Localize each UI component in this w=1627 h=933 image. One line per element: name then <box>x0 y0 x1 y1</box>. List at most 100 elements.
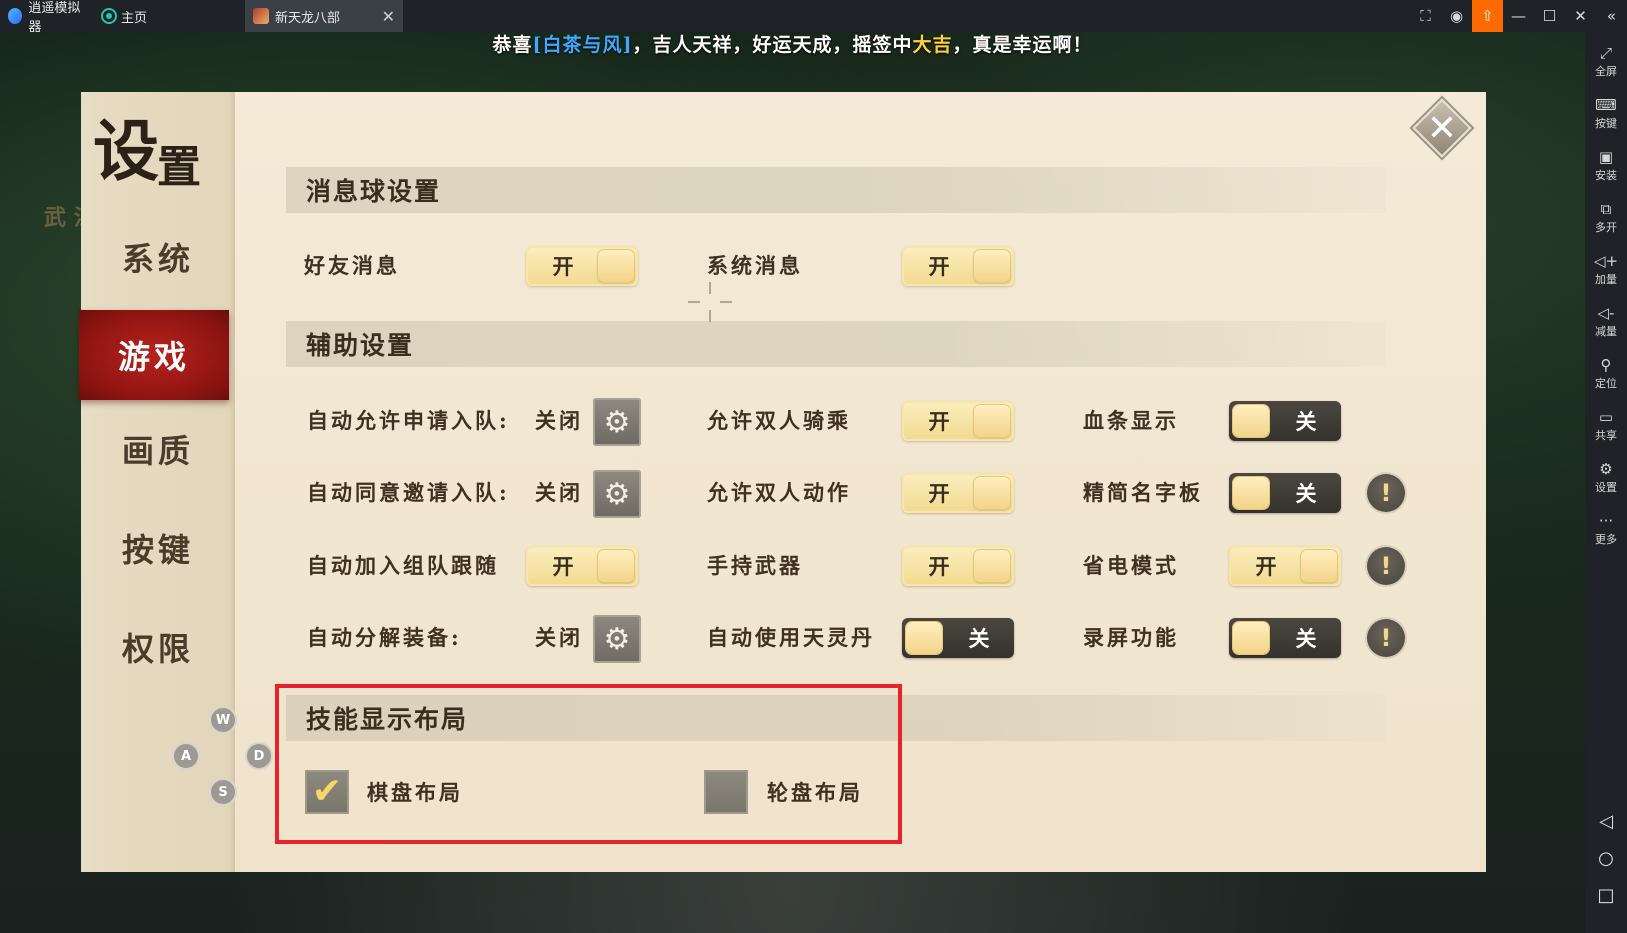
toggle-state: 开 <box>928 409 950 434</box>
toggle-knob <box>974 405 1010 437</box>
wheel-layout-checkbox[interactable] <box>704 770 748 814</box>
multi-instance-button[interactable]: ⧉ 多开 <box>1585 192 1627 242</box>
toggle-state: 开 <box>552 554 574 579</box>
toggle-knob <box>1233 405 1269 437</box>
sidebar-label: 加量 <box>1595 272 1617 286</box>
home-tab[interactable]: 主页 <box>95 0 245 32</box>
power-save-info-icon[interactable]: ! <box>1367 547 1405 585</box>
panel-title-sub: 置 <box>157 142 201 193</box>
toggle-state: 关 <box>1295 481 1317 506</box>
more-button[interactable]: ··· 更多 <box>1585 504 1627 554</box>
toggle-state: 关 <box>1295 409 1317 434</box>
power-save-toggle[interactable]: 开 <box>1229 546 1341 586</box>
recent-apps-nav-icon[interactable]: □ <box>1585 880 1627 910</box>
toggle-knob <box>974 477 1010 509</box>
share-folder-button[interactable]: ▭ 共享 <box>1585 400 1627 450</box>
sidebar-label: 减量 <box>1595 324 1617 338</box>
auto-decompose-gear-button[interactable]: ⚙ <box>593 615 641 663</box>
checkmark-icon: ✔ <box>311 771 343 812</box>
volume-up-icon: ◁+ <box>1593 251 1619 270</box>
nav-permissions[interactable]: 权限 <box>81 602 235 692</box>
fullscreen-button[interactable]: ⤢ 全屏 <box>1585 36 1627 86</box>
maximize-icon[interactable]: ☐ <box>1534 0 1565 32</box>
location-button[interactable]: ⚲ 定位 <box>1585 348 1627 398</box>
friend-message-toggle[interactable]: 开 <box>526 246 638 286</box>
install-apk-button[interactable]: ▣ 安装 <box>1585 140 1627 190</box>
simple-nameplate-toggle[interactable]: 关 <box>1229 473 1341 513</box>
key-w-button[interactable]: W <box>209 706 237 734</box>
user-icon[interactable]: ◉ <box>1441 0 1472 32</box>
grid-layout-checkbox[interactable]: ✔ <box>305 770 349 814</box>
location-pin-icon: ⚲ <box>1600 355 1612 374</box>
toggle-knob <box>1233 477 1269 509</box>
toggle-knob <box>906 622 942 654</box>
home-icon <box>103 10 115 22</box>
close-tab-icon[interactable]: ✕ <box>382 7 395 26</box>
close-panel-button[interactable]: ✕ <box>1412 98 1472 158</box>
toggle-state: 开 <box>928 554 950 579</box>
toggle-state: 开 <box>928 254 950 279</box>
volume-up-button[interactable]: ◁+ 加量 <box>1585 244 1627 294</box>
key-d-button[interactable]: D <box>245 742 273 770</box>
section-skill-layout: 技能显示布局 <box>286 695 1386 741</box>
app-name-tab[interactable]: 逍遥模拟器 <box>0 0 95 35</box>
screen-record-toggle[interactable]: 关 <box>1229 618 1341 658</box>
gear-icon: ⚙ <box>1599 459 1613 478</box>
auto-use-pill-toggle[interactable]: 关 <box>902 618 1014 658</box>
simple-nameplate-info-icon[interactable]: ! <box>1367 474 1405 512</box>
collapse-sidebar-icon[interactable]: « <box>1596 0 1627 32</box>
nav-keys[interactable]: 按键 <box>81 503 235 593</box>
nav-game[interactable]: 游戏 <box>79 310 229 400</box>
banner-result: 大吉 <box>912 34 953 56</box>
back-nav-icon[interactable]: ◁ <box>1585 806 1627 836</box>
keymap-button[interactable]: ⌨ 按键 <box>1585 88 1627 138</box>
sidebar-label: 定位 <box>1595 376 1617 390</box>
folder-icon: ▭ <box>1598 407 1614 426</box>
home-tab-label: 主页 <box>121 10 148 26</box>
allow-double-ride-label: 允许双人骑乘 <box>707 408 851 433</box>
sidebar-label: 共享 <box>1595 428 1617 442</box>
key-s-button[interactable]: S <box>209 778 237 806</box>
hp-bar-toggle[interactable]: 关 <box>1229 401 1341 441</box>
auto-allow-team-gear-button[interactable]: ⚙ <box>593 398 641 446</box>
auto-allow-team-state: 关闭 <box>535 408 583 433</box>
screenshot-icon[interactable]: ⛶ <box>1410 0 1441 32</box>
auto-accept-invite-gear-button[interactable]: ⚙ <box>593 470 641 518</box>
toggle-knob <box>1233 622 1269 654</box>
system-message-label: 系统消息 <box>707 253 803 278</box>
screen-record-info-icon[interactable]: ! <box>1367 619 1405 657</box>
close-icon: ✕ <box>1426 107 1458 149</box>
nav-system[interactable]: 系统 <box>81 212 235 302</box>
sidebar-label: 设置 <box>1595 480 1617 494</box>
volume-down-button[interactable]: ◁- 减量 <box>1585 296 1627 346</box>
home-nav-icon[interactable]: ○ <box>1585 843 1627 873</box>
allow-double-ride-toggle[interactable]: 开 <box>902 401 1014 441</box>
toggle-knob <box>974 550 1010 582</box>
banner-middle: ，吉人天祥，好运天成，摇签中 <box>632 34 913 56</box>
gear-icon: ⚙ <box>603 621 631 657</box>
upload-icon[interactable]: ⇧ <box>1472 0 1503 32</box>
close-window-icon[interactable]: ✕ <box>1565 0 1596 32</box>
crosshair-icon <box>688 282 732 322</box>
allow-double-action-toggle[interactable]: 开 <box>902 473 1014 513</box>
window-controls: ⛶ ◉ ⇧ — ☐ ✕ « <box>1410 0 1627 32</box>
gear-icon: ⚙ <box>603 476 631 512</box>
auto-use-pill-label: 自动使用天灵丹 <box>707 625 875 650</box>
gear-icon: ⚙ <box>603 404 631 440</box>
sidebar-label: 按键 <box>1595 116 1617 130</box>
system-message-toggle[interactable]: 开 <box>902 246 1014 286</box>
minimize-icon[interactable]: — <box>1503 0 1534 32</box>
emulator-logo-icon <box>8 8 23 24</box>
emulator-settings-button[interactable]: ⚙ 设置 <box>1585 452 1627 502</box>
fullscreen-icon: ⤢ <box>1599 43 1612 62</box>
auto-join-follow-toggle[interactable]: 开 <box>526 546 638 586</box>
hold-weapon-toggle[interactable]: 开 <box>902 546 1014 586</box>
lucky-banner: 恭喜[白茶与风]，吉人天祥，好运天成，摇签中大吉，真是幸运啊！ <box>0 30 1585 57</box>
nav-graphics[interactable]: 画质 <box>81 404 235 494</box>
allow-double-action-label: 允许双人动作 <box>707 480 851 505</box>
wheel-layout-label: 轮盘布局 <box>767 780 863 805</box>
more-dots-icon: ··· <box>1598 511 1614 530</box>
sidebar-label: 安装 <box>1595 168 1617 182</box>
game-tab[interactable]: 新天龙八部 ✕ <box>245 0 403 32</box>
key-a-button[interactable]: A <box>172 742 200 770</box>
